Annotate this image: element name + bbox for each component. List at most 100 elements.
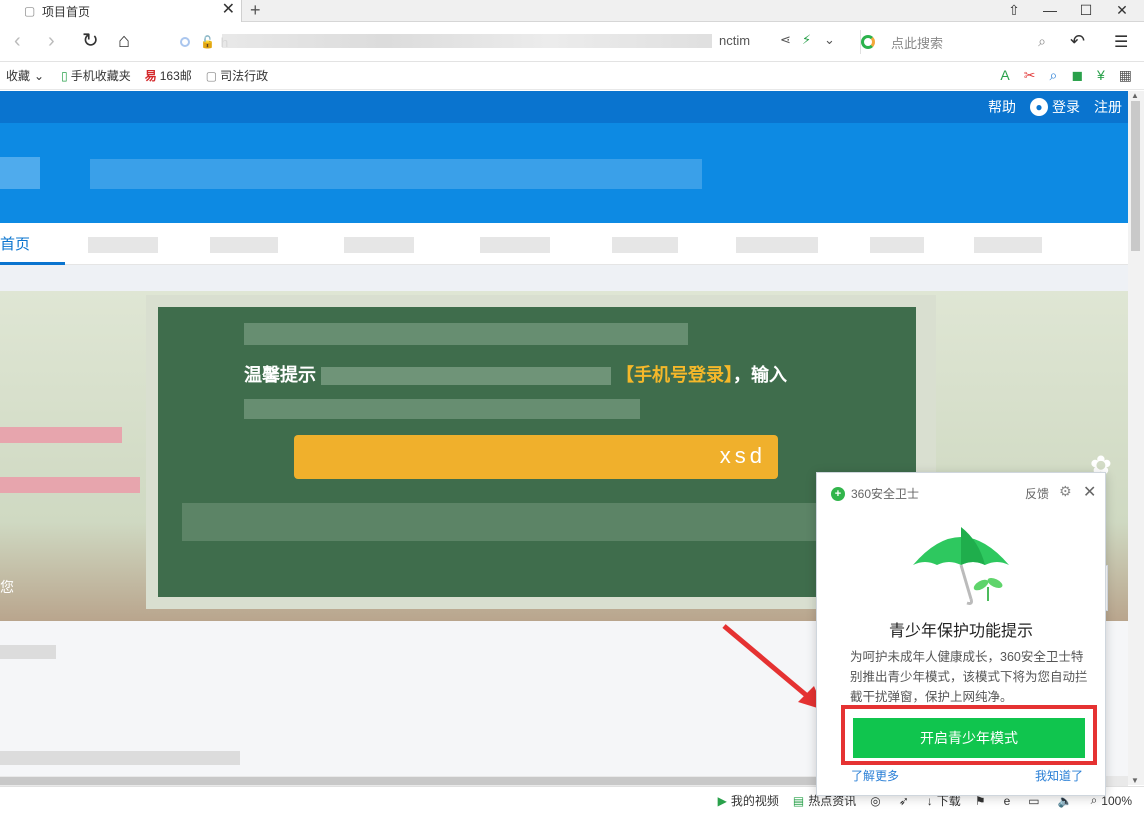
document-icon: ▢ bbox=[24, 4, 36, 18]
red-arrow-annotation bbox=[722, 624, 824, 710]
maximize-icon[interactable]: ☐ bbox=[1068, 0, 1104, 22]
user-icon: ● bbox=[1030, 98, 1048, 116]
hero-redacted bbox=[0, 427, 122, 443]
active-tab-indicator bbox=[0, 262, 65, 265]
my-video-button[interactable]: ▶ 我的视频 bbox=[718, 792, 779, 809]
content-redacted bbox=[0, 751, 240, 765]
bookmark-mobile[interactable]: ▯ 手机收藏夹 bbox=[61, 67, 131, 84]
help-link[interactable]: 帮助 bbox=[988, 97, 1016, 117]
apps-grid-icon[interactable]: ▦ bbox=[1119, 67, 1132, 84]
search-engine-icon[interactable] bbox=[861, 35, 875, 49]
money-icon[interactable]: ¥ bbox=[1097, 67, 1105, 84]
gear-icon[interactable]: ⚙ bbox=[1059, 483, 1072, 500]
register-link[interactable]: 注册 bbox=[1094, 97, 1122, 117]
learn-more-link[interactable]: 了解更多 bbox=[851, 767, 899, 784]
site-banner bbox=[0, 123, 1128, 223]
share-icon[interactable]: ⋖ bbox=[780, 32, 791, 48]
search-icon[interactable]: ⌕ bbox=[1038, 33, 1046, 50]
scroll-up-icon[interactable]: ▲ bbox=[1131, 91, 1139, 100]
bookmark-label: 司法行政 bbox=[220, 69, 269, 83]
close-tab-icon[interactable]: ✕ bbox=[222, 2, 235, 18]
site-top-bar: 帮助 ● 登录 注册 bbox=[0, 91, 1128, 123]
browser-tab[interactable]: ▢ 项目首页 ✕ bbox=[0, 0, 242, 22]
notice-redacted bbox=[244, 323, 688, 345]
search-placeholder[interactable]: 点此搜索 bbox=[891, 33, 943, 52]
refresh-icon[interactable]: ↻ bbox=[82, 30, 99, 52]
highlight-box-annotation: 开启青少年模式 bbox=[841, 705, 1097, 765]
popup-title: 青少年保护功能提示 bbox=[888, 623, 1033, 640]
popup-brand: 360安全卫士 bbox=[851, 487, 920, 501]
address-bar[interactable]: 🔓 h nctim ⋖ ⚡ ⌄ bbox=[172, 30, 844, 54]
game-icon[interactable]: ◼ bbox=[1071, 67, 1083, 84]
enable-teen-mode-button[interactable]: 开启青少年模式 bbox=[853, 718, 1085, 758]
blackboard-notice: 温馨提示 【手机号登录】，输入 xsd bbox=[158, 307, 916, 597]
bookmark-label: 收藏 bbox=[6, 69, 31, 83]
video-icon: ▶ bbox=[717, 793, 727, 808]
undo-icon[interactable]: ↶ bbox=[1070, 31, 1085, 52]
chevron-down-icon: ⌄ bbox=[34, 68, 45, 83]
nav-tab-redacted[interactable] bbox=[210, 237, 278, 253]
notice-redacted bbox=[321, 367, 612, 386]
banner-redacted bbox=[0, 157, 40, 189]
hero-left-text: 您 bbox=[0, 579, 14, 595]
url-redacted bbox=[222, 34, 712, 48]
nav-tab-redacted[interactable] bbox=[974, 237, 1042, 253]
banner-redacted bbox=[90, 159, 702, 189]
nav-home-tab[interactable]: 首页 bbox=[0, 233, 30, 254]
back-icon[interactable]: ‹ bbox=[14, 30, 21, 52]
status-label: 我的视频 bbox=[730, 794, 779, 808]
nav-tab-redacted[interactable] bbox=[344, 237, 414, 253]
forward-icon[interactable]: › bbox=[48, 30, 55, 52]
security-shield-icon bbox=[180, 37, 190, 47]
code-text: xsd bbox=[719, 443, 766, 468]
search-box[interactable]: 点此搜索 ⌕ bbox=[860, 30, 1056, 54]
bookmarks-bar: 收藏 ⌄ ▯ 手机收藏夹 易 163邮 ▢ 司法行政 A ✂ ⌕ ◼ ¥ ▦ bbox=[0, 62, 1144, 90]
bookmark-163mail[interactable]: 易 163邮 bbox=[145, 67, 192, 84]
360-logo-icon: + bbox=[831, 486, 845, 501]
scissors-icon[interactable]: ✂ bbox=[1024, 67, 1036, 84]
vertical-scrollbar[interactable]: ▲ ▼ bbox=[1128, 91, 1144, 785]
speed-icon[interactable]: ⚡ bbox=[802, 32, 811, 48]
nav-tab-redacted[interactable] bbox=[612, 237, 678, 253]
navigation-bar: ‹ › ↻ ⌂ 🔓 h nctim ⋖ ⚡ ⌄ 点此搜索 ⌕ ↶ ☰ bbox=[0, 22, 1144, 62]
close-icon[interactable]: ✕ bbox=[1083, 482, 1096, 502]
home-icon[interactable]: ⌂ bbox=[118, 30, 130, 52]
content-redacted bbox=[0, 645, 56, 659]
url-tail: nctim bbox=[719, 33, 751, 48]
tab-bar: ▢ 项目首页 ✕ + ⇧ — ☐ ✕ bbox=[0, 0, 1144, 22]
notice-redacted bbox=[182, 503, 882, 541]
insecure-lock-icon[interactable]: 🔓 bbox=[200, 35, 215, 49]
mail-163-icon: 易 bbox=[144, 69, 157, 83]
hero-redacted bbox=[0, 477, 140, 493]
bookmark-label: 手机收藏夹 bbox=[70, 69, 131, 83]
translate-icon[interactable]: A bbox=[1000, 67, 1009, 84]
nav-tab-redacted[interactable] bbox=[736, 237, 818, 253]
magnifier-icon[interactable]: ⌕ bbox=[1050, 67, 1058, 84]
scrollbar-thumb[interactable] bbox=[1131, 101, 1140, 251]
nav-tab-redacted[interactable] bbox=[88, 237, 158, 253]
nav-tab-redacted[interactable] bbox=[480, 237, 550, 253]
360-teen-mode-popup: + 360安全卫士 反馈 ⚙ ✕ 青少年保护功能提示 为呵护未成年人健康成长，3… bbox=[816, 472, 1106, 796]
bookmark-judicial[interactable]: ▢ 司法行政 bbox=[206, 67, 268, 84]
nav-tab-redacted[interactable] bbox=[870, 237, 924, 253]
bookmark-favorites[interactable]: 收藏 ⌄ bbox=[6, 67, 47, 84]
notice-text: 温馨提示 【手机号登录】，输入 bbox=[244, 361, 787, 387]
feedback-link[interactable]: 反馈 bbox=[1025, 485, 1049, 502]
chevron-down-icon[interactable]: ⌄ bbox=[824, 32, 835, 48]
skin-icon[interactable]: ⇧ bbox=[996, 0, 1032, 22]
document-icon: ▢ bbox=[205, 68, 218, 83]
close-window-icon[interactable]: ✕ bbox=[1104, 0, 1140, 22]
window-controls: ⇧ — ☐ ✕ bbox=[996, 0, 1140, 22]
menu-icon[interactable]: ☰ bbox=[1114, 32, 1128, 52]
site-nav-tabs: 首页 bbox=[0, 223, 1128, 265]
scroll-down-icon[interactable]: ▼ bbox=[1131, 776, 1139, 785]
tab-title: 项目首页 bbox=[42, 4, 91, 19]
phone-icon: ▯ bbox=[61, 68, 68, 83]
new-tab-button[interactable]: + bbox=[250, 0, 261, 20]
got-it-link[interactable]: 我知道了 bbox=[1035, 767, 1083, 784]
bookmark-label: 163邮 bbox=[159, 69, 192, 83]
notice-redacted bbox=[244, 399, 640, 419]
minimize-icon[interactable]: — bbox=[1032, 0, 1068, 22]
login-link[interactable]: 登录 bbox=[1052, 97, 1080, 117]
umbrella-icon bbox=[913, 527, 1009, 605]
